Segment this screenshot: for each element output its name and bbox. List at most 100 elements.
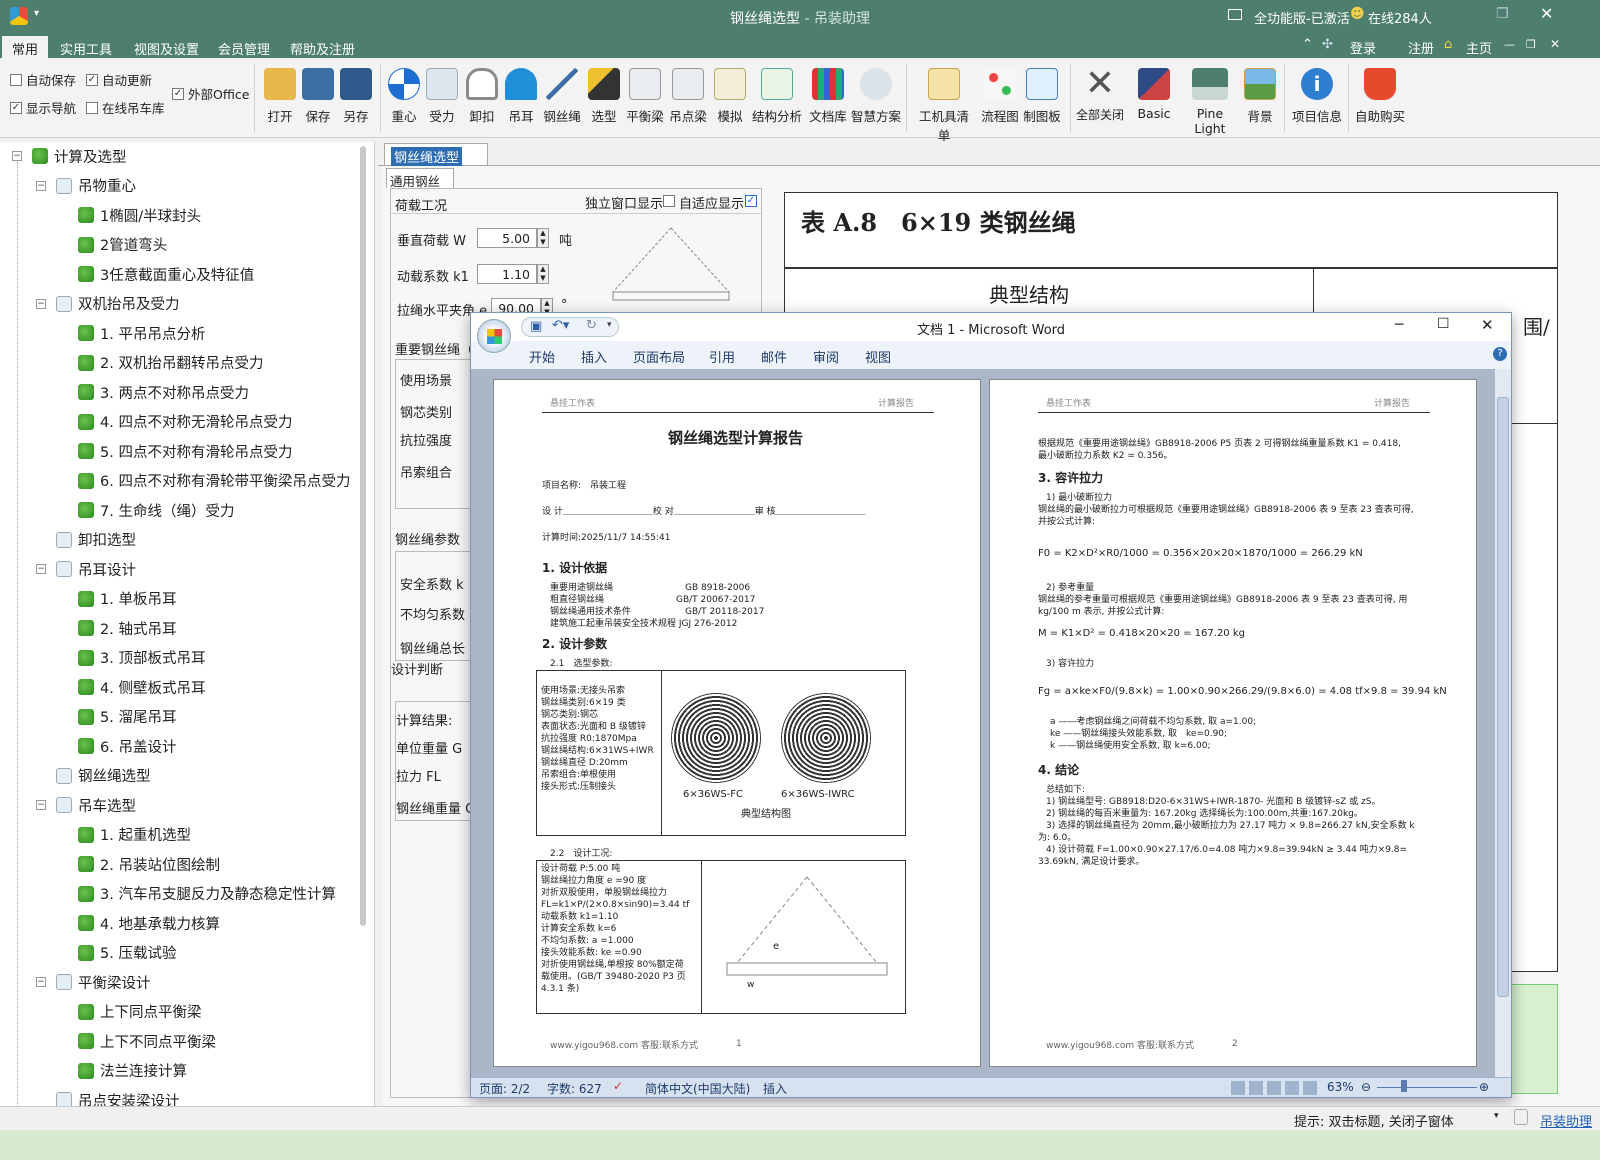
document-tab[interactable]: 钢丝绳选型✕: [384, 143, 488, 166]
lifting-beam-button[interactable]: 吊点梁: [666, 64, 710, 132]
subtab-general-rope[interactable]: 通用钢丝绳: [386, 168, 454, 208]
tree-node[interactable]: 法兰连接计算: [78, 1059, 187, 1083]
tree-node[interactable]: 3. 顶部板式吊耳: [78, 646, 205, 670]
flowchart-button[interactable]: 流程图: [978, 64, 1022, 132]
close-all-button[interactable]: ✕ 全部关闭: [1074, 64, 1126, 132]
shackle-button[interactable]: 卸扣: [460, 64, 504, 132]
zoom-in-icon[interactable]: ⊕: [1479, 1080, 1489, 1094]
spreader-beam-button[interactable]: 平衡梁: [623, 64, 667, 132]
tab-membership[interactable]: 会员管理: [208, 36, 280, 58]
tree-node[interactable]: 3任意截面重心及特征值: [78, 262, 254, 286]
tab-help-register[interactable]: 帮助及注册: [280, 36, 365, 58]
vertical-load-input[interactable]: 5.00: [477, 228, 537, 248]
tree-node[interactable]: 4. 地基承载力核算: [78, 911, 220, 935]
word-tab-home[interactable]: 开始: [529, 347, 555, 366]
zoom-out-icon[interactable]: ⊖: [1361, 1080, 1371, 1094]
help-icon[interactable]: ?: [1493, 347, 1507, 361]
checkbox[interactable]: [10, 73, 22, 86]
tree-node[interactable]: 1椭圆/半球封头: [78, 203, 201, 227]
close-button[interactable]: ✕: [1540, 4, 1553, 23]
word-tab-references[interactable]: 引用: [709, 347, 735, 366]
tree-collapse-toggle[interactable]: −: [36, 298, 46, 309]
tree-node[interactable]: 吊物重心: [56, 174, 136, 198]
tab-view-settings[interactable]: 视图及设置: [124, 36, 209, 58]
tab-tools[interactable]: 实用工具: [50, 36, 122, 58]
tree-node[interactable]: 计算及选型: [32, 144, 127, 168]
checkbox-checked[interactable]: ✓: [10, 101, 22, 114]
tool-list-button[interactable]: 工机具清单: [914, 64, 974, 143]
tree-node[interactable]: 2. 双机抬吊翻转吊点受力: [78, 351, 263, 375]
lug-button[interactable]: 吊耳: [499, 64, 543, 132]
background-button[interactable]: 背景: [1238, 64, 1282, 132]
register-link[interactable]: 注册: [1408, 38, 1434, 57]
tree-node[interactable]: 上下不同点平衡梁: [78, 1029, 216, 1053]
tree-node[interactable]: 2管道弯头: [78, 233, 167, 257]
selection-button[interactable]: 选型: [582, 64, 626, 132]
zoom-slider-thumb[interactable]: [1401, 1080, 1407, 1092]
restore-button[interactable]: ❐: [1496, 6, 1509, 22]
tree-node[interactable]: 卸扣选型: [56, 528, 136, 552]
tree-node[interactable]: 2. 轴式吊耳: [78, 616, 176, 640]
status-language[interactable]: 简体中文(中国大陆): [645, 1080, 750, 1097]
tree-node[interactable]: 吊耳设计: [56, 557, 136, 581]
tree-collapse-toggle[interactable]: −: [12, 151, 22, 161]
theme-pine-light-button[interactable]: Pine Light: [1180, 64, 1240, 136]
tree-node[interactable]: 5. 溜尾吊耳: [78, 705, 176, 729]
tree-node[interactable]: 1. 起重机选型: [78, 823, 191, 847]
tree-node[interactable]: 7. 生命线（绳）受力: [78, 498, 234, 522]
tree-node[interactable]: 3. 汽车吊支腿反力及静态稳定性计算: [78, 882, 336, 906]
proofing-icon[interactable]: ✓: [613, 1079, 623, 1093]
scroll-thumb[interactable]: [1497, 397, 1509, 997]
mdi-minimize-button[interactable]: —: [1504, 38, 1515, 51]
wire-rope-button[interactable]: 钢丝绳: [540, 64, 584, 132]
chevron-up-icon[interactable]: ⌃: [1302, 37, 1313, 52]
tree-node[interactable]: 6. 四点不对称有滑轮带平衡梁吊点受力: [78, 469, 350, 493]
tab-common[interactable]: 常用: [2, 36, 49, 58]
word-tab-review[interactable]: 审阅: [813, 347, 839, 366]
status-page[interactable]: 页面: 2/2: [479, 1080, 530, 1097]
tree-node[interactable]: 1. 单板吊耳: [78, 587, 176, 611]
word-maximize-button[interactable]: ☐: [1437, 316, 1450, 332]
tree-collapse-toggle[interactable]: −: [36, 977, 46, 987]
word-tab-layout[interactable]: 页面布局: [633, 347, 685, 366]
dyn-coef-input[interactable]: 1.10: [477, 264, 537, 284]
save-as-button[interactable]: 另存: [334, 64, 378, 132]
tree-collapse-toggle[interactable]: −: [36, 800, 46, 810]
word-tab-mailings[interactable]: 邮件: [761, 347, 787, 366]
check-show-nav[interactable]: ✓ 显示导航: [10, 98, 76, 117]
tree-node[interactable]: 平衡梁设计: [56, 970, 151, 994]
structure-analysis-button[interactable]: 结构分析: [752, 64, 802, 132]
mdi-close-button[interactable]: ✕: [1550, 37, 1560, 51]
status-dropdown-icon[interactable]: ▾: [1494, 1111, 1499, 1121]
project-info-button[interactable]: i 项目信息: [1290, 64, 1344, 132]
tree-node[interactable]: 4. 侧壁板式吊耳: [78, 675, 205, 699]
tree-node[interactable]: 4. 四点不对称无滑轮吊点受力: [78, 410, 292, 434]
document-tab-label[interactable]: 钢丝绳选型: [391, 147, 463, 166]
settings-icon[interactable]: ✣: [1322, 37, 1333, 52]
self-purchase-button[interactable]: 自助购买: [1352, 64, 1408, 132]
word-vertical-scrollbar[interactable]: [1495, 369, 1511, 1077]
checkbox-checked[interactable]: ✓: [86, 73, 98, 86]
app-link[interactable]: 吊装助理: [1540, 1111, 1592, 1130]
tree-node[interactable]: 2. 吊装站位图绘制: [78, 852, 220, 876]
document-library-button[interactable]: 文档库: [806, 64, 850, 132]
status-words[interactable]: 字数: 627: [547, 1080, 602, 1097]
theme-basic-button[interactable]: Basic: [1132, 64, 1176, 132]
status-mode[interactable]: 插入: [763, 1080, 787, 1097]
drawing-board-button[interactable]: 制图板: [1020, 64, 1064, 132]
zoom-slider[interactable]: [1377, 1087, 1477, 1088]
status-toggle[interactable]: [1514, 1109, 1528, 1125]
tree-collapse-toggle[interactable]: −: [36, 564, 46, 574]
home-link[interactable]: 主页: [1466, 38, 1492, 57]
tree-node[interactable]: 5. 四点不对称有滑轮吊点受力: [78, 439, 292, 463]
tree-scrollbar[interactable]: [360, 146, 366, 926]
office-button[interactable]: [477, 319, 511, 353]
tree-collapse-toggle[interactable]: −: [36, 180, 46, 191]
view-buttons[interactable]: [1231, 1081, 1321, 1095]
vertical-load-stepper[interactable]: ▲ ▼: [537, 228, 549, 248]
check-online-crane-db[interactable]: 在线吊车库: [86, 98, 165, 117]
tree-node[interactable]: 双机抬吊及受力: [56, 292, 180, 316]
dyn-coef-stepper[interactable]: ▲ ▼: [537, 264, 549, 284]
word-tab-view[interactable]: 视图: [865, 347, 891, 366]
tree-node[interactable]: 吊车选型: [56, 793, 136, 817]
